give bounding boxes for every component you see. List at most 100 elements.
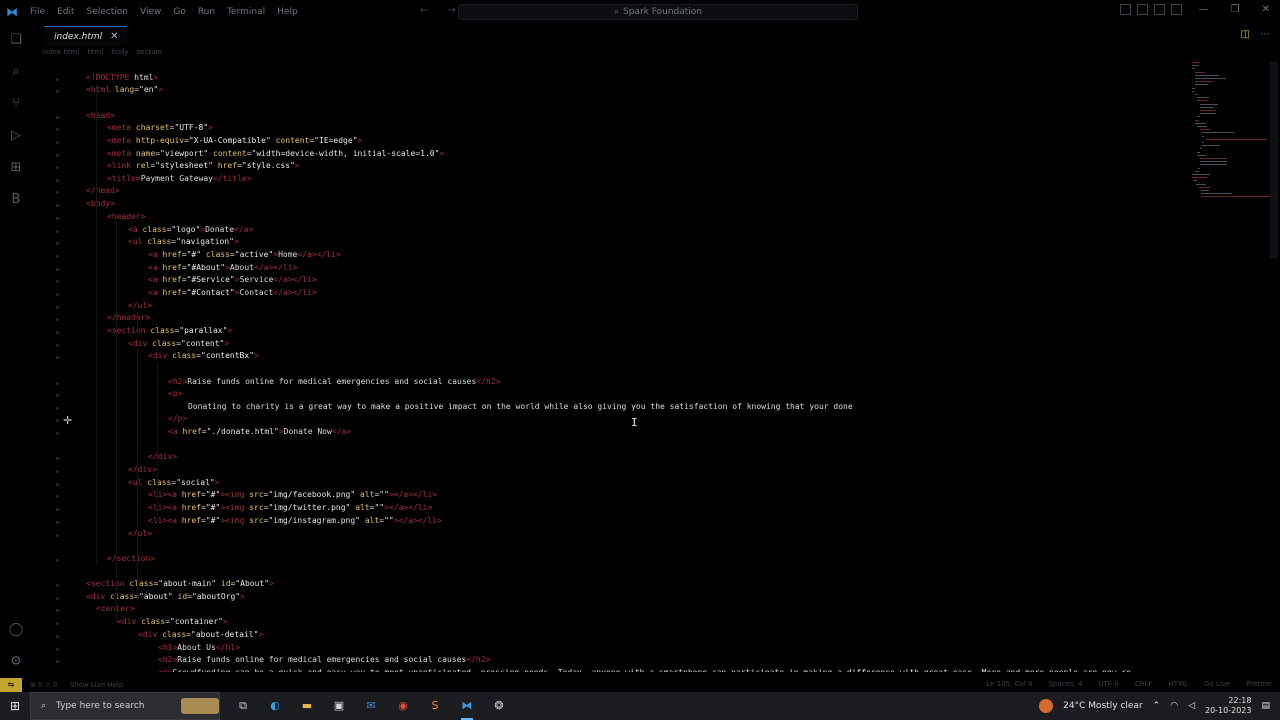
code-line[interactable]: </div> [128,464,157,477]
code-line[interactable]: <h1>About Us</h1> [158,642,240,655]
menu-run[interactable]: Run [192,7,221,17]
vscode-taskbar-icon[interactable]: ⧓ [458,697,476,720]
customize-layout-icon[interactable] [1171,4,1182,15]
vertical-scrollbar[interactable] [1270,62,1278,258]
code-line[interactable]: </p> [168,413,187,426]
indentation[interactable]: Spaces: 4 [1048,680,1082,688]
code-line[interactable]: <head> [86,110,115,123]
code-line[interactable]: <li><a href="#"><img src="img/instagram.… [148,515,442,528]
restore-icon[interactable]: ❐ [1231,4,1240,15]
code-line[interactable]: <div class="about-detail"> [138,629,263,642]
weather-text[interactable]: 24°C Mostly clear [1063,701,1142,711]
notifications-icon[interactable]: ▤ [1261,701,1270,711]
code-line[interactable]: <h2>Raise funds online for medical emerg… [168,376,500,389]
encoding[interactable]: UTF-8 [1098,680,1118,688]
code-line[interactable]: </header> [107,312,150,325]
code-line[interactable]: </div> [148,451,177,464]
code-line[interactable]: <ul class="social"> [128,477,220,490]
settings-gear-icon[interactable]: ⚙ [8,654,24,670]
problems-count[interactable]: ⊗ 0 ⚠ 0 [30,681,58,689]
code-line[interactable]: <li><a href="#"><img src="img/facebook.p… [148,489,437,502]
code-line[interactable]: <div class="about" id="aboutOrg"> [86,591,245,604]
code-line[interactable]: Donating to charity is a great way to ma… [188,401,853,414]
code-line[interactable]: <section class="parallax"> [107,325,232,338]
code-line[interactable]: <div class="content"> [128,338,229,351]
network-app-icon[interactable]: ❂ [490,697,508,715]
code-line[interactable]: </ul> [128,528,152,541]
breadcrumb-item[interactable]: section [137,48,162,60]
code-line[interactable]: <header> [107,211,146,224]
code-line[interactable]: <ul class="navigation"> [128,236,239,249]
taskbar-search[interactable]: ⌕ Type here to search [30,692,220,720]
code-editor[interactable]: <!DOCTYPE html> <html lang="en"> <head> <me… [32,62,1192,672]
prettier[interactable]: Prettier [1246,680,1272,688]
code-line[interactable]: <div class="contentBx"> [148,350,259,363]
extensions-icon[interactable]: ⊞ [8,160,24,176]
chrome-icon[interactable]: ◉ [394,697,412,715]
cursor-position[interactable]: Ln 105, Col 8 [986,680,1032,688]
code-line[interactable]: <a class="logo">Donate</a> [128,224,253,237]
code-line[interactable]: <meta name="viewport" content="width=dev… [107,148,444,161]
code-line[interactable]: <a href="#" class="active">Home</a></li> [148,249,341,262]
code-line[interactable]: </section> [107,553,155,566]
code-line[interactable]: <meta http-equiv="X-UA-Compatible" conte… [107,135,362,148]
menu-view[interactable]: View [134,7,167,17]
breadcrumb-item[interactable]: body [111,48,128,60]
code-line[interactable]: <meta charset="UTF-8"> [107,122,213,135]
toggle-secondary-sidebar-icon[interactable] [1154,4,1165,15]
more-actions-icon[interactable]: ⋯ [1260,29,1270,40]
edge-icon[interactable]: ◐ [266,697,284,715]
code-line[interactable]: </ul> [128,300,152,313]
source-control-icon[interactable]: ⑂ [8,96,24,112]
code-line[interactable]: <a href="./donate.html">Donate Now</a> [168,426,351,439]
code-line[interactable]: <p> [168,388,182,401]
live-help[interactable]: Show Live Help [70,681,124,689]
line-ending[interactable]: CRLF [1135,680,1153,688]
close-window-icon[interactable]: ✕ [1262,4,1270,15]
sublime-icon[interactable]: S [426,697,444,715]
code-line[interactable]: <body> [86,198,115,211]
chevron-up-icon[interactable]: ⌃ [1153,701,1161,711]
close-tab-icon[interactable]: ✕ [110,31,118,42]
code-line[interactable]: <title>Payment Gateway</title> [107,173,252,186]
code-line[interactable]: <link rel="stylesheet" href="style.css"> [107,160,300,173]
code-line[interactable]: <html lang="en"> [86,84,163,97]
code-line[interactable]: <!DOCTYPE html> [86,72,158,85]
windows-start-icon[interactable]: ⊞ [0,699,30,713]
toggle-panel-icon[interactable] [1137,4,1148,15]
code-line[interactable]: <h2>Raise funds online for medical emerg… [158,654,490,667]
store-icon[interactable]: ▣ [330,697,348,715]
file-explorer-icon[interactable]: ▬ [298,697,316,715]
account-icon[interactable]: ◯ [8,622,24,638]
code-line[interactable]: <a href="#About">About</a></li> [148,262,297,275]
clock[interactable]: 22:18 20-10-2023 [1205,696,1252,716]
command-center-search[interactable]: ⌕ Spark Foundation [458,4,858,20]
tab-index-html[interactable]: index.html ✕ [44,26,127,46]
explorer-icon[interactable]: ❏ [8,32,24,48]
code-line[interactable]: <a href="#Contact">Contact</a></li> [148,287,317,300]
code-line[interactable]: <div class="container"> [117,616,228,629]
menu-selection[interactable]: Selection [81,7,134,17]
code-line[interactable]: <li><a href="#"><img src="img/twitter.pn… [148,502,432,515]
extension-b-icon[interactable]: B [8,192,24,208]
breadcrumb-item[interactable]: html [87,48,103,60]
split-editor-icon[interactable]: ◫ [1241,29,1250,40]
wifi-icon[interactable]: ◠ [1170,701,1178,711]
code-line[interactable]: <a href="#Service">Service</a></li> [148,274,317,287]
menu-go[interactable]: Go [167,7,191,17]
mail-icon[interactable]: ✉ [362,697,380,715]
run-debug-icon[interactable]: ▷ [8,128,24,144]
weather-icon[interactable] [1039,699,1054,713]
code-line[interactable]: <section class="about-main" id="About"> [86,578,274,591]
menu-terminal[interactable]: Terminal [221,7,271,17]
toggle-sidebar-icon[interactable] [1120,4,1131,15]
code-line[interactable]: <p>Crowdfunding can be a quick and easy … [158,667,1131,672]
menu-file[interactable]: File [24,7,51,17]
language-mode[interactable]: HTML [1169,680,1188,688]
menu-help[interactable]: Help [271,7,304,17]
remote-indicator-icon[interactable]: ⇋ [0,678,22,692]
menu-edit[interactable]: Edit [51,7,80,17]
task-view-icon[interactable]: ⧉ [234,697,252,715]
go-live[interactable]: Go Live [1204,680,1230,688]
breadcrumb-item[interactable]: index.html [42,48,79,60]
